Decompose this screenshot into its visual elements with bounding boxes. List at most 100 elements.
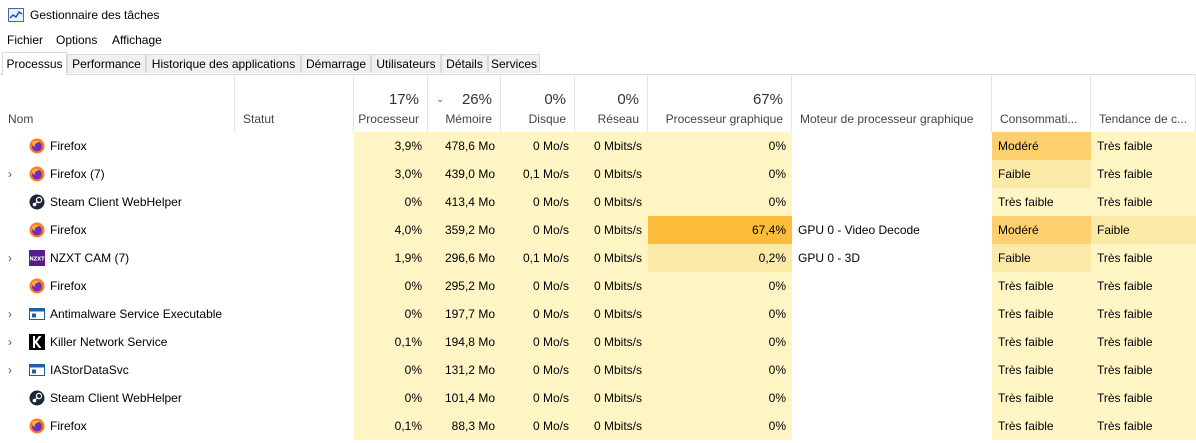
cell-disk: 0 Mo/s (501, 356, 575, 384)
process-name: IAStorDataSvc (50, 363, 129, 377)
tab-historique[interactable]: Historique des applications (146, 54, 301, 73)
sort-down-icon: ⌄ (436, 94, 445, 105)
chevron-right-icon[interactable]: › (8, 356, 12, 384)
svg-text:NZXT: NZXT (29, 257, 45, 263)
cell-memory: 295,2 Mo (428, 272, 501, 300)
cell-power: Très faible (992, 412, 1091, 440)
tab-services[interactable]: Services (488, 54, 540, 73)
cell-gpu: 0% (648, 300, 792, 328)
process-name: Steam Client WebHelper (50, 195, 182, 209)
table-row[interactable]: › Killer Network Service 0,1% 194,8 Mo 0 Mo/… (0, 328, 1196, 356)
cell-cpu: 0,1% (354, 412, 428, 440)
cell-gpu-engine (792, 300, 992, 328)
cell-memory: 194,8 Mo (428, 328, 501, 356)
cell-trend: Très faible (1091, 412, 1196, 440)
tab-strip: Processus Performance Historique des app… (0, 52, 1196, 75)
cell-trend: Très faible (1091, 160, 1196, 188)
firefox-icon (29, 166, 45, 182)
task-manager-icon (8, 8, 24, 22)
cell-power: Très faible (992, 300, 1091, 328)
process-name: Firefox (50, 223, 87, 237)
cell-power: Modéré (992, 132, 1091, 160)
column-header-gpu-engine[interactable]: Moteur de processeur graphique (792, 74, 992, 132)
cell-memory: 478,6 Mo (428, 132, 501, 160)
table-row[interactable]: › NZXT NZXT CAM (7) 1,9% 296,6 Mo 0,1 Mo/s 0 M… (0, 244, 1196, 272)
column-header-power[interactable]: Consommati... (992, 74, 1091, 132)
cell-power: Très faible (992, 328, 1091, 356)
cell-trend: Très faible (1091, 132, 1196, 160)
cell-gpu-engine (792, 272, 992, 300)
menu-fichier[interactable]: Fichier (7, 33, 43, 47)
network-total: 0% (617, 91, 639, 108)
column-header-power-trend[interactable]: Tendance de c... (1091, 74, 1196, 132)
cell-gpu: 0% (648, 160, 792, 188)
tab-processus[interactable]: Processus (2, 52, 67, 75)
cell-gpu-engine: GPU 0 - 3D (798, 251, 861, 265)
service-icon (29, 306, 45, 322)
tab-performance[interactable]: Performance (67, 54, 146, 73)
cell-network: 0 Mbits/s (575, 160, 648, 188)
process-name: Firefox (50, 139, 87, 153)
cell-gpu: 0% (648, 328, 792, 356)
cell-memory: 439,0 Mo (428, 160, 501, 188)
column-label-gpu: Processeur graphique (665, 112, 783, 126)
cell-trend: Très faible (1091, 300, 1196, 328)
tab-utilisateurs[interactable]: Utilisateurs (371, 54, 441, 73)
process-name: Firefox (50, 419, 87, 433)
cell-network: 0 Mbits/s (575, 356, 648, 384)
table-row[interactable]: › Antimalware Service Executable 0% 197,7 M… (0, 300, 1196, 328)
killer-icon (29, 334, 45, 350)
cell-disk: 0 Mo/s (501, 328, 575, 356)
cell-disk: 0 Mo/s (501, 384, 575, 412)
table-row[interactable]: Firefox 0,1% 88,3 Mo 0 Mo/s 0 Mbits/s 0% Très … (0, 412, 1196, 440)
cell-memory: 88,3 Mo (428, 412, 501, 440)
cell-network: 0 Mbits/s (575, 216, 648, 244)
column-header-gpu[interactable]: 67% Processeur graphique (648, 74, 792, 132)
cell-network: 0 Mbits/s (575, 244, 648, 272)
cell-cpu: 4,0% (354, 216, 428, 244)
menu-options[interactable]: Options (56, 33, 97, 47)
cell-network: 0 Mbits/s (575, 412, 648, 440)
service-icon (29, 362, 45, 378)
column-header-cpu[interactable]: 17% Processeur (354, 74, 428, 132)
cell-network: 0 Mbits/s (575, 384, 648, 412)
firefox-icon (29, 418, 45, 434)
cell-cpu: 0% (354, 356, 428, 384)
column-header-name[interactable]: Nom (0, 74, 235, 132)
chevron-right-icon[interactable]: › (8, 160, 12, 188)
cell-power: Faible (992, 160, 1091, 188)
menu-affichage[interactable]: Affichage (112, 33, 162, 47)
table-row[interactable]: Steam Client WebHelper 0% 101,4 Mo 0 Mo/s 0 … (0, 384, 1196, 412)
table-row[interactable]: Steam Client WebHelper 0% 413,4 Mo 0 Mo/s 0 … (0, 188, 1196, 216)
column-label-cpu: Processeur (358, 112, 419, 126)
column-header-status[interactable]: Statut (235, 74, 354, 132)
column-header-network[interactable]: 0% Réseau (575, 74, 648, 132)
cell-power: Très faible (992, 384, 1091, 412)
cell-memory: 197,7 Mo (428, 300, 501, 328)
process-name: Killer Network Service (50, 335, 168, 349)
column-header-disk[interactable]: 0% Disque (501, 74, 575, 132)
table-row[interactable]: Firefox 0% 295,2 Mo 0 Mo/s 0 Mbits/s 0% Très f… (0, 272, 1196, 300)
cell-power: Modéré (992, 216, 1091, 244)
column-header-memory[interactable]: ⌄ 26% Mémoire (428, 74, 501, 132)
cell-network: 0 Mbits/s (575, 188, 648, 216)
cell-gpu: 0% (648, 272, 792, 300)
cell-trend: Très faible (1091, 356, 1196, 384)
table-row[interactable]: › IAStorDataSvc 0% 131,2 Mo 0 Mo/s 0 Mbits/s 0… (0, 356, 1196, 384)
tab-details[interactable]: Détails (441, 54, 488, 73)
cpu-total: 17% (388, 91, 419, 108)
chevron-right-icon[interactable]: › (8, 300, 12, 328)
cell-gpu: 67,4% (648, 216, 792, 244)
firefox-icon (29, 138, 45, 154)
chevron-right-icon[interactable]: › (8, 244, 12, 272)
chevron-right-icon[interactable]: › (8, 328, 12, 356)
cell-trend: Très faible (1091, 244, 1196, 272)
cell-power: Très faible (992, 272, 1091, 300)
table-row[interactable]: Firefox 4,0% 359,2 Mo 0 Mo/s 0 Mbits/s 67,4% G… (0, 216, 1196, 244)
tab-demarrage[interactable]: Démarrage (301, 54, 371, 73)
cell-memory: 359,2 Mo (428, 216, 501, 244)
table-row[interactable]: Firefox 3,9% 478,6 Mo 0 Mo/s 0 Mbits/s 0% Modé… (0, 132, 1196, 160)
cell-gpu: 0% (648, 188, 792, 216)
process-name: Steam Client WebHelper (50, 391, 182, 405)
table-row[interactable]: › Firefox (7) 3,0% 439,0 Mo 0,1 Mo/s 0 Mbits/… (0, 160, 1196, 188)
